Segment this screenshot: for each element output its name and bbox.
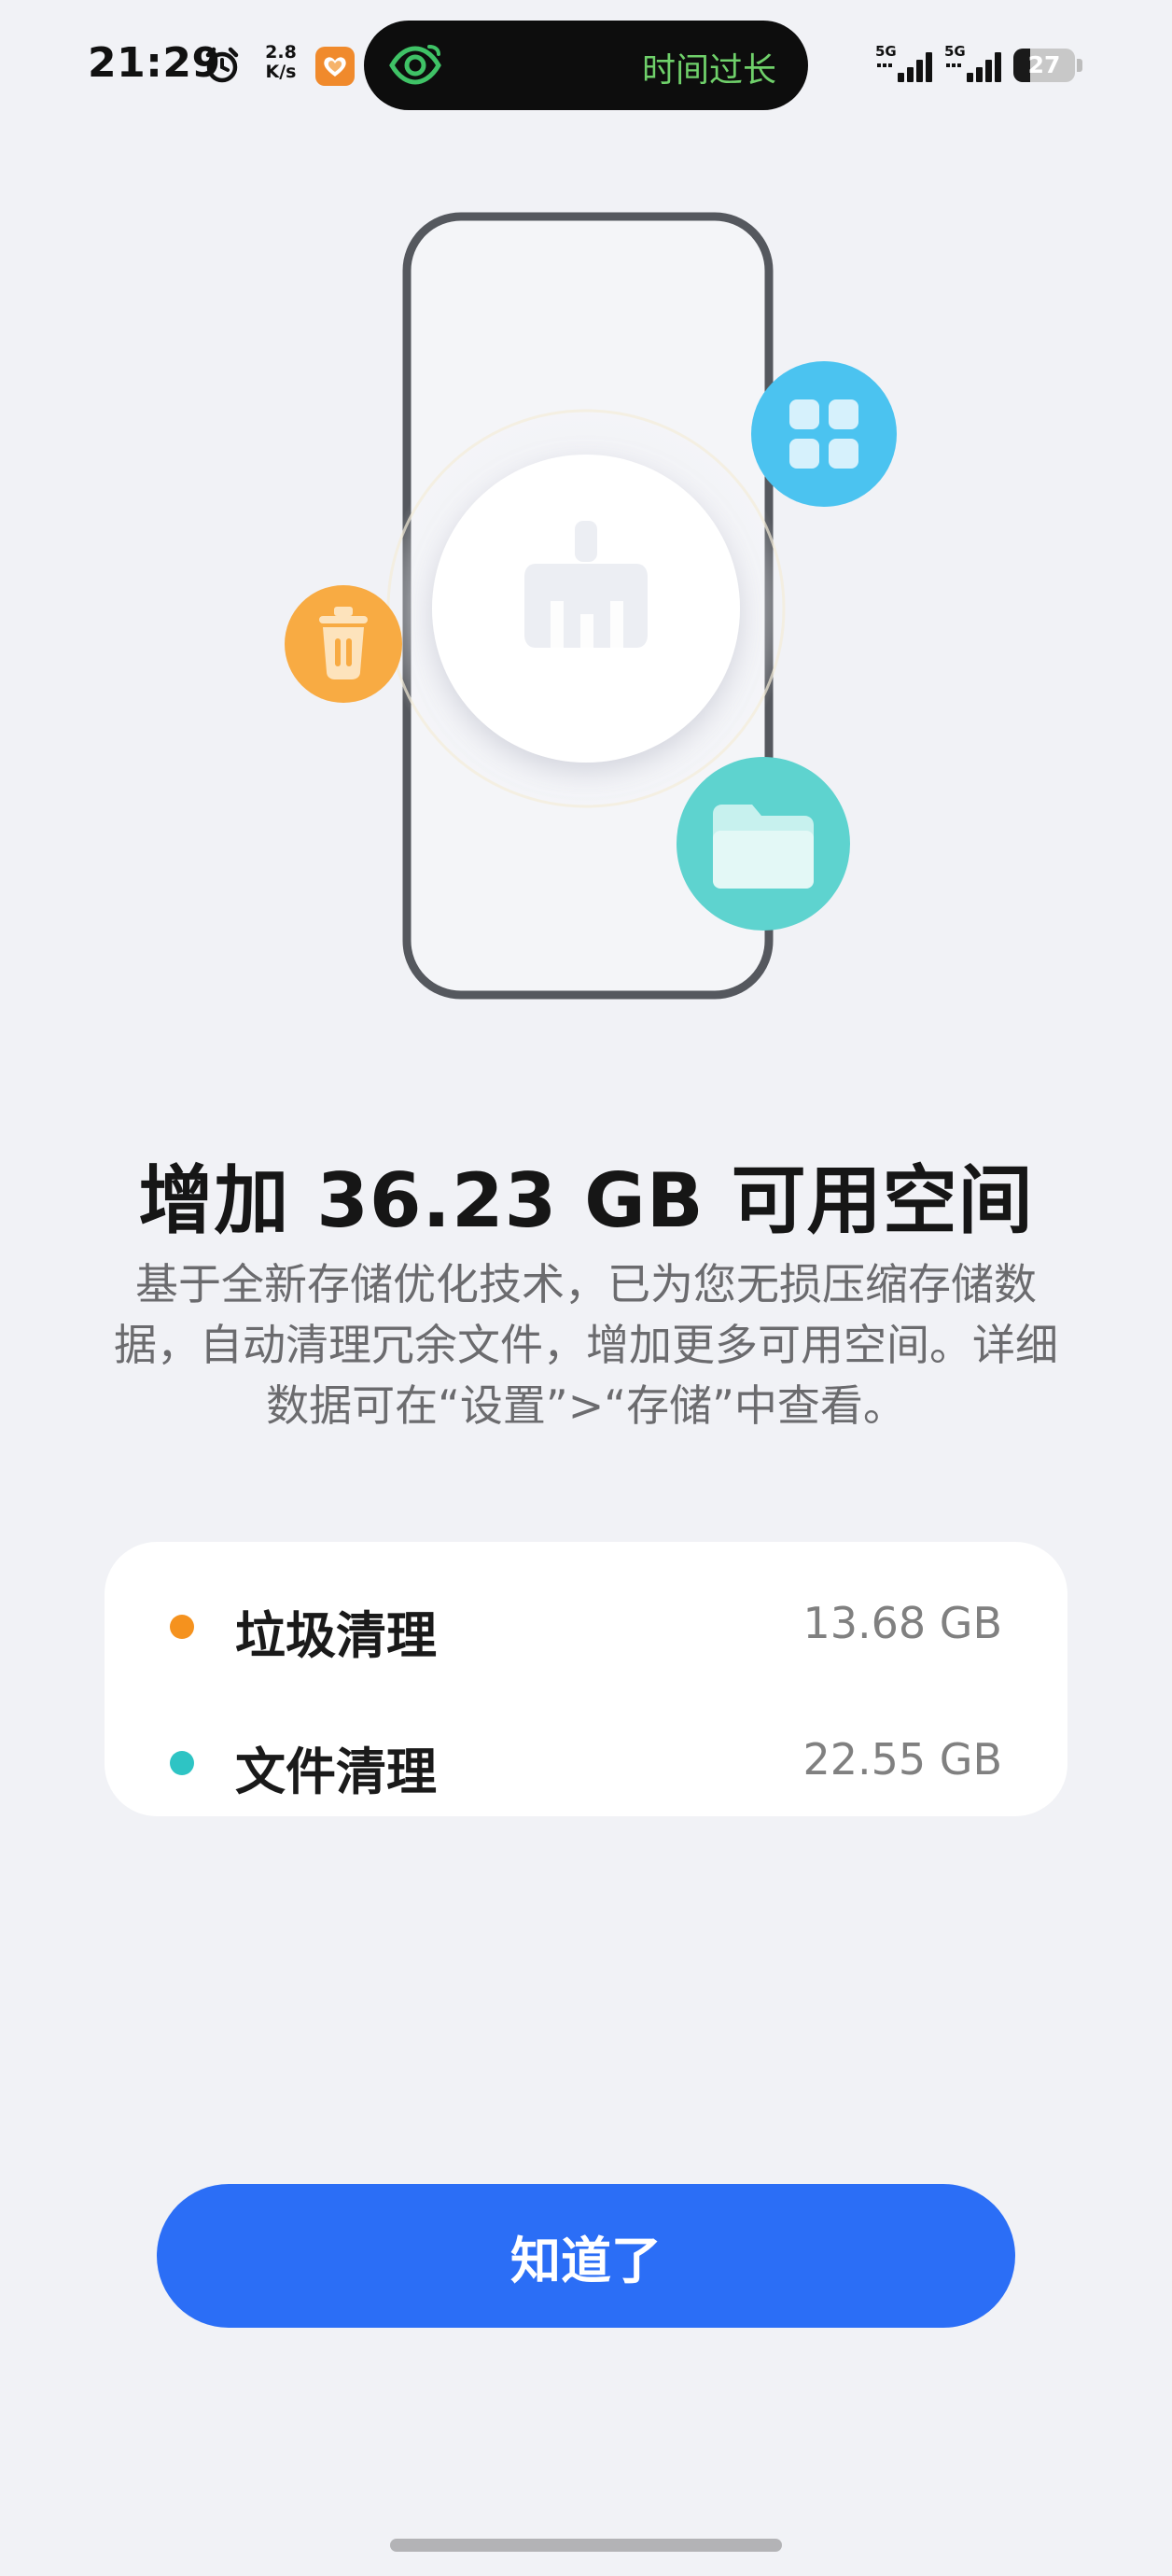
network-speed-unit: K/s [265,62,297,82]
stat-row-junk-cleanup: 垃圾清理 13.68 GB [105,1570,1067,1682]
network-speed-value: 2.8 [265,42,297,63]
trash-icon [285,585,402,703]
alarm-clock-icon [205,47,239,83]
stat-row-file-cleanup: 文件清理 22.55 GB [105,1706,1067,1818]
folder-icon [677,757,850,931]
home-indicator[interactable] [390,2539,782,2552]
apps-grid-icon [751,361,897,507]
status-bar: 21:29 2.8 K/s 时间过长 5G 5G 27 [0,0,1172,131]
health-heart-icon [315,47,355,86]
battery-cap [1077,59,1082,72]
notification-pill[interactable]: 时间过长 [364,21,808,110]
cellular-signal-1: 5G [875,43,941,86]
cellular-signal-2: 5G [944,43,1010,86]
stat-label: 垃圾清理 [235,1606,437,1665]
eye-care-icon [389,45,441,85]
battery-body: 27 [1013,49,1075,82]
description-text: 基于全新存储优化技术，已为您无损压缩存储数据，自动清理冗余文件，增加更多可用空间… [114,1259,1058,1431]
battery-indicator: 27 [1013,49,1084,82]
storage-cleanup-illustration [285,212,897,1000]
page-title: 增加 36.23 GB 可用空间 [138,1157,1034,1244]
status-dot [170,1751,194,1775]
got-it-button[interactable]: 知道了 [157,2184,1015,2328]
status-time: 21:29 [88,39,221,87]
cleanup-stats-card: 垃圾清理 13.68 GB 文件清理 22.55 GB [105,1542,1067,1816]
notification-pill-text: 时间过长 [641,51,776,90]
stat-value: 22.55 GB [802,1734,1002,1785]
battery-level: 27 [1027,51,1061,78]
status-dot [170,1615,194,1639]
network-speed: 2.8 K/s [258,43,304,82]
stat-value: 13.68 GB [802,1598,1002,1648]
signal-1-label: 5G [875,43,897,60]
stat-label: 文件清理 [235,1743,437,1801]
signal-2-label: 5G [944,43,966,60]
